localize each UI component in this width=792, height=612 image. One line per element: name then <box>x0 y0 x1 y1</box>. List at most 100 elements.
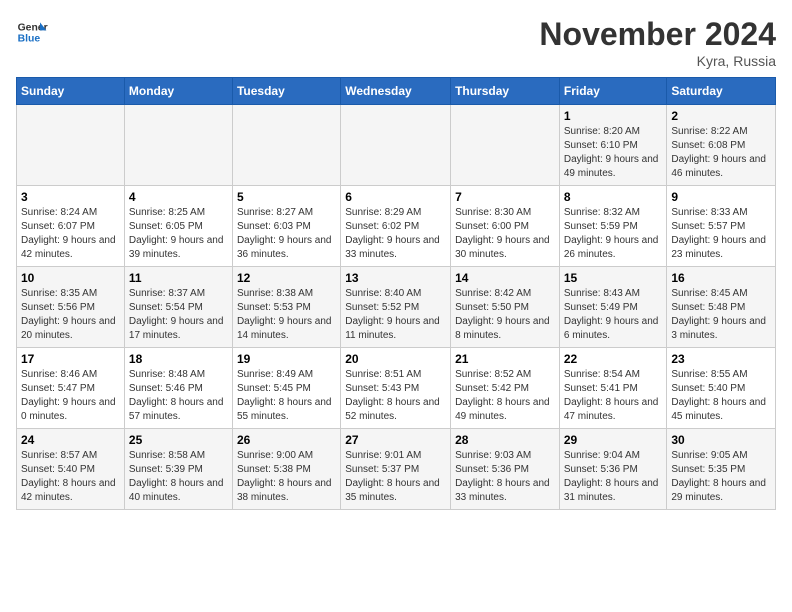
day-info: Sunrise: 8:45 AM Sunset: 5:48 PM Dayligh… <box>671 287 771 343</box>
day-info: Sunrise: 8:30 AM Sunset: 6:00 PM Dayligh… <box>455 206 555 262</box>
day-number: 7 <box>455 190 555 204</box>
day-info: Sunrise: 8:52 AM Sunset: 5:42 PM Dayligh… <box>455 368 555 424</box>
day-number: 3 <box>21 190 120 204</box>
day-number: 17 <box>21 352 120 366</box>
day-info: Sunrise: 9:01 AM Sunset: 5:37 PM Dayligh… <box>345 449 446 505</box>
weekday-header: Monday <box>124 78 232 105</box>
calendar-week-row: 24 Sunrise: 8:57 AM Sunset: 5:40 PM Dayli… <box>17 429 776 510</box>
calendar-cell: 13 Sunrise: 8:40 AM Sunset: 5:52 PM Dayli… <box>341 267 451 348</box>
calendar-cell: 24 Sunrise: 8:57 AM Sunset: 5:40 PM Dayli… <box>17 429 125 510</box>
day-number: 27 <box>345 433 446 447</box>
calendar-week-row: 3 Sunrise: 8:24 AM Sunset: 6:07 PM Daylig… <box>17 186 776 267</box>
calendar-cell: 28 Sunrise: 9:03 AM Sunset: 5:36 PM Dayli… <box>451 429 560 510</box>
calendar-cell: 25 Sunrise: 8:58 AM Sunset: 5:39 PM Dayli… <box>124 429 232 510</box>
day-number: 2 <box>671 109 771 123</box>
page-header: General Blue November 2024 Kyra, Russia <box>16 16 776 69</box>
weekday-header: Wednesday <box>341 78 451 105</box>
day-info: Sunrise: 9:03 AM Sunset: 5:36 PM Dayligh… <box>455 449 555 505</box>
day-number: 15 <box>564 271 663 285</box>
calendar-week-row: 10Sunrise: 8:35 AM Sunset: 5:56 PM Dayli… <box>17 267 776 348</box>
logo: General Blue <box>16 16 48 48</box>
calendar-cell: 8 Sunrise: 8:32 AM Sunset: 5:59 PM Daylig… <box>559 186 667 267</box>
calendar-cell <box>124 105 232 186</box>
day-number: 28 <box>455 433 555 447</box>
calendar-cell: 21Sunrise: 8:52 AM Sunset: 5:42 PM Dayli… <box>451 348 560 429</box>
day-info: Sunrise: 8:24 AM Sunset: 6:07 PM Dayligh… <box>21 206 120 262</box>
calendar-cell: 15 Sunrise: 8:43 AM Sunset: 5:49 PM Dayli… <box>559 267 667 348</box>
day-info: Sunrise: 8:49 AM Sunset: 5:45 PM Dayligh… <box>237 368 336 424</box>
day-info: Sunrise: 8:43 AM Sunset: 5:49 PM Dayligh… <box>564 287 663 343</box>
calendar-week-row: 17 Sunrise: 8:46 AM Sunset: 5:47 PM Dayli… <box>17 348 776 429</box>
calendar-cell: 22 Sunrise: 8:54 AM Sunset: 5:41 PM Dayli… <box>559 348 667 429</box>
calendar-cell: 10Sunrise: 8:35 AM Sunset: 5:56 PM Dayli… <box>17 267 125 348</box>
weekday-header: Saturday <box>667 78 776 105</box>
day-info: Sunrise: 9:04 AM Sunset: 5:36 PM Dayligh… <box>564 449 663 505</box>
day-number: 19 <box>237 352 336 366</box>
day-info: Sunrise: 9:00 AM Sunset: 5:38 PM Dayligh… <box>237 449 336 505</box>
calendar-cell <box>341 105 451 186</box>
title-section: November 2024 Kyra, Russia <box>539 16 776 69</box>
calendar-cell: 14 Sunrise: 8:42 AM Sunset: 5:50 PM Dayli… <box>451 267 560 348</box>
day-number: 14 <box>455 271 555 285</box>
day-info: Sunrise: 8:40 AM Sunset: 5:52 PM Dayligh… <box>345 287 446 343</box>
month-year-title: November 2024 <box>539 16 776 53</box>
day-number: 12 <box>237 271 336 285</box>
day-number: 29 <box>564 433 663 447</box>
day-number: 11 <box>129 271 228 285</box>
weekday-header: Sunday <box>17 78 125 105</box>
calendar-cell: 3 Sunrise: 8:24 AM Sunset: 6:07 PM Daylig… <box>17 186 125 267</box>
svg-text:Blue: Blue <box>18 34 41 45</box>
day-number: 13 <box>345 271 446 285</box>
calendar-cell <box>451 105 560 186</box>
day-info: Sunrise: 8:54 AM Sunset: 5:41 PM Dayligh… <box>564 368 663 424</box>
calendar-body: 1 Sunrise: 8:20 AM Sunset: 6:10 PM Daylig… <box>17 105 776 510</box>
day-number: 30 <box>671 433 771 447</box>
day-number: 23 <box>671 352 771 366</box>
day-info: Sunrise: 8:42 AM Sunset: 5:50 PM Dayligh… <box>455 287 555 343</box>
day-info: Sunrise: 8:29 AM Sunset: 6:02 PM Dayligh… <box>345 206 446 262</box>
day-number: 24 <box>21 433 120 447</box>
day-info: Sunrise: 8:37 AM Sunset: 5:54 PM Dayligh… <box>129 287 228 343</box>
calendar-cell: 16 Sunrise: 8:45 AM Sunset: 5:48 PM Dayli… <box>667 267 776 348</box>
location-label: Kyra, Russia <box>539 53 776 69</box>
day-info: Sunrise: 8:58 AM Sunset: 5:39 PM Dayligh… <box>129 449 228 505</box>
day-number: 6 <box>345 190 446 204</box>
day-number: 16 <box>671 271 771 285</box>
day-info: Sunrise: 8:35 AM Sunset: 5:56 PM Dayligh… <box>21 287 120 343</box>
day-number: 18 <box>129 352 228 366</box>
calendar-cell: 17 Sunrise: 8:46 AM Sunset: 5:47 PM Dayli… <box>17 348 125 429</box>
day-number: 5 <box>237 190 336 204</box>
day-number: 26 <box>237 433 336 447</box>
day-number: 9 <box>671 190 771 204</box>
calendar-cell: 29 Sunrise: 9:04 AM Sunset: 5:36 PM Dayli… <box>559 429 667 510</box>
day-number: 25 <box>129 433 228 447</box>
day-number: 4 <box>129 190 228 204</box>
calendar-cell: 20Sunrise: 8:51 AM Sunset: 5:43 PM Dayli… <box>341 348 451 429</box>
day-info: Sunrise: 8:32 AM Sunset: 5:59 PM Dayligh… <box>564 206 663 262</box>
calendar-cell: 18Sunrise: 8:48 AM Sunset: 5:46 PM Dayli… <box>124 348 232 429</box>
day-info: Sunrise: 8:57 AM Sunset: 5:40 PM Dayligh… <box>21 449 120 505</box>
day-info: Sunrise: 8:27 AM Sunset: 6:03 PM Dayligh… <box>237 206 336 262</box>
day-number: 8 <box>564 190 663 204</box>
calendar-cell: 2Sunrise: 8:22 AM Sunset: 6:08 PM Daylig… <box>667 105 776 186</box>
day-info: Sunrise: 8:55 AM Sunset: 5:40 PM Dayligh… <box>671 368 771 424</box>
calendar-table: SundayMondayTuesdayWednesdayThursdayFrid… <box>16 77 776 510</box>
weekday-header: Tuesday <box>232 78 340 105</box>
calendar-cell: 11 Sunrise: 8:37 AM Sunset: 5:54 PM Dayli… <box>124 267 232 348</box>
calendar-cell: 6 Sunrise: 8:29 AM Sunset: 6:02 PM Daylig… <box>341 186 451 267</box>
day-info: Sunrise: 8:38 AM Sunset: 5:53 PM Dayligh… <box>237 287 336 343</box>
day-info: Sunrise: 8:20 AM Sunset: 6:10 PM Dayligh… <box>564 125 663 181</box>
calendar-cell: 9Sunrise: 8:33 AM Sunset: 5:57 PM Daylig… <box>667 186 776 267</box>
day-number: 1 <box>564 109 663 123</box>
calendar-cell: 26 Sunrise: 9:00 AM Sunset: 5:38 PM Dayli… <box>232 429 340 510</box>
calendar-cell: 27 Sunrise: 9:01 AM Sunset: 5:37 PM Dayli… <box>341 429 451 510</box>
calendar-cell: 30Sunrise: 9:05 AM Sunset: 5:35 PM Dayli… <box>667 429 776 510</box>
day-info: Sunrise: 8:46 AM Sunset: 5:47 PM Dayligh… <box>21 368 120 424</box>
day-number: 22 <box>564 352 663 366</box>
logo-icon: General Blue <box>16 16 48 48</box>
calendar-cell: 19 Sunrise: 8:49 AM Sunset: 5:45 PM Dayli… <box>232 348 340 429</box>
calendar-cell <box>232 105 340 186</box>
day-number: 20 <box>345 352 446 366</box>
calendar-cell: 5 Sunrise: 8:27 AM Sunset: 6:03 PM Daylig… <box>232 186 340 267</box>
calendar-cell: 4Sunrise: 8:25 AM Sunset: 6:05 PM Daylig… <box>124 186 232 267</box>
